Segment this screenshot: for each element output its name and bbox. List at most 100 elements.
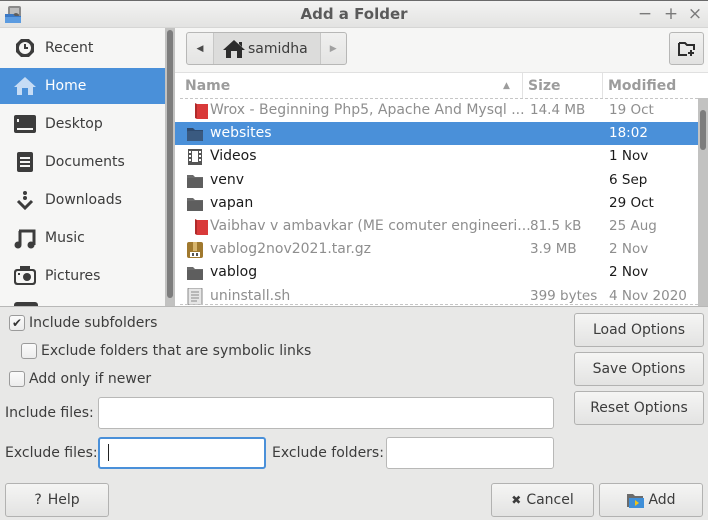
exclude-files-label: Exclude files:	[5, 445, 98, 461]
help-button[interactable]: ? Help	[5, 483, 109, 517]
cancel-button[interactable]: ✖ Cancel	[491, 483, 594, 517]
sidebar-scrollbar[interactable]	[165, 28, 175, 306]
script-icon	[186, 287, 204, 306]
pdf-icon	[191, 218, 209, 235]
column-modified-label: Modified	[608, 77, 677, 94]
documents-icon	[12, 151, 38, 173]
include-files-label: Include files:	[5, 405, 94, 421]
add-button[interactable]: Add	[599, 483, 703, 517]
add-only-newer-checkbox[interactable]: Add only if newer	[9, 371, 151, 387]
sidebar-item-label: Music	[45, 230, 85, 246]
path-forward-button[interactable]: ▶	[319, 33, 346, 64]
load-options-button[interactable]: Load Options	[574, 313, 704, 347]
file-name: vablog	[210, 264, 258, 281]
path-current-label: samidha	[248, 40, 308, 57]
path-home-button[interactable]: samidha	[213, 33, 320, 64]
checkbox-box[interactable]	[21, 343, 37, 359]
file-modified: 18:02	[609, 125, 648, 142]
exclude-symlinks-label: Exclude folders that are symbolic links	[41, 343, 312, 359]
file-row[interactable]: Vaibhav v ambavkar (ME comuter engineeri…	[175, 215, 698, 238]
sidebar-item-label: Downloads	[45, 192, 122, 208]
file-row[interactable]: venv 6 Sep	[175, 169, 698, 192]
maximize-button[interactable]: +	[662, 4, 680, 24]
sidebar-item-recent[interactable]: Recent	[0, 30, 165, 66]
file-name: vapan	[210, 194, 254, 211]
exclude-symlinks-checkbox[interactable]: Exclude folders that are symbolic links	[21, 343, 311, 359]
include-subfolders-label: Include subfolders	[29, 315, 158, 331]
file-list-scrollbar-thumb[interactable]	[700, 110, 706, 150]
file-size: 14.4 MB	[530, 102, 586, 118]
exclude-files-input[interactable]	[98, 437, 266, 469]
downloads-icon	[12, 189, 38, 211]
home-icon	[223, 39, 245, 58]
archive-icon	[186, 241, 204, 259]
folder-icon	[186, 172, 204, 189]
file-modified: 25 Aug	[609, 218, 657, 234]
file-row[interactable]: Wrox - Beginning Php5, Apache And Mysql …	[175, 99, 698, 122]
help-label: Help	[47, 492, 80, 508]
new-folder-icon	[677, 41, 695, 56]
pdf-icon	[191, 102, 209, 119]
home-icon	[12, 75, 38, 97]
exclude-folders-label: Exclude folders:	[272, 445, 384, 461]
file-list-scrollbar[interactable]	[698, 98, 708, 306]
file-name: Videos	[210, 148, 257, 165]
column-name-label: Name	[185, 77, 231, 94]
sidebar-item-home[interactable]: Home	[0, 68, 165, 104]
file-name: vablog2nov2021.tar.gz	[210, 241, 372, 258]
file-row[interactable]: uninstall.sh 399 bytes 4 Nov 2020	[175, 285, 698, 306]
checkbox-box[interactable]	[9, 371, 25, 387]
sidebar-item-documents[interactable]: Documents	[0, 144, 165, 180]
video-folder-icon	[186, 148, 204, 166]
reset-options-button[interactable]: Reset Options	[574, 391, 704, 425]
save-options-button[interactable]: Save Options	[574, 352, 704, 386]
file-modified: 19 Oct	[609, 102, 654, 118]
file-row[interactable]: vablog2nov2021.tar.gz 3.9 MB 2 Nov	[175, 238, 698, 261]
include-subfolders-checkbox[interactable]: ✔ Include subfolders	[9, 315, 157, 331]
sidebar-item-label: Recent	[45, 40, 94, 56]
exclude-folders-input[interactable]	[386, 437, 554, 469]
checkmark-icon: ✔	[11, 316, 23, 330]
file-row[interactable]: websites 18:02	[175, 122, 698, 146]
cancel-label: Cancel	[526, 492, 574, 508]
file-modified: 2 Nov	[609, 241, 649, 258]
include-files-input[interactable]	[98, 397, 554, 429]
file-name: venv	[210, 171, 245, 188]
file-row[interactable]: vablog 2 Nov	[175, 261, 698, 284]
folder-icon	[186, 264, 204, 281]
sidebar-item-downloads[interactable]: Downloads	[0, 182, 165, 218]
camera-icon	[12, 265, 38, 287]
sidebar-item-label: Pictures	[45, 268, 101, 284]
file-name: uninstall.sh	[210, 287, 291, 304]
file-modified: 29 Oct	[609, 194, 654, 211]
folder-icon	[186, 195, 204, 212]
sidebar-item-pictures[interactable]: Pictures	[0, 258, 165, 294]
sidebar-scrollbar-thumb[interactable]	[167, 30, 173, 298]
file-modified: 6 Sep	[609, 171, 648, 188]
file-size: 81.5 kB	[530, 218, 582, 234]
sidebar-item-label: Desktop	[45, 116, 103, 132]
minimize-button[interactable]: −	[636, 4, 654, 24]
add-folder-icon	[626, 492, 645, 509]
checkbox-box[interactable]: ✔	[9, 315, 25, 331]
column-header-name[interactable]: Name	[175, 73, 523, 98]
help-icon: ?	[34, 492, 42, 508]
file-name: Vaibhav v ambavkar (ME comuter engineeri…	[210, 218, 531, 234]
file-modified: 1 Nov	[609, 148, 649, 165]
file-name: Wrox - Beginning Php5, Apache And Mysql …	[210, 102, 525, 118]
file-row[interactable]: Videos 1 Nov	[175, 145, 698, 168]
new-folder-button[interactable]	[669, 32, 704, 65]
column-header-modified[interactable]: Modified	[603, 73, 708, 98]
path-bar: ◀ samidha ▶	[175, 28, 708, 72]
close-button[interactable]: ×	[686, 4, 704, 24]
file-row[interactable]: vapan 29 Oct	[175, 192, 698, 215]
music-icon	[12, 227, 38, 249]
path-back-button[interactable]: ◀	[187, 33, 213, 64]
sidebar-item-music[interactable]: Music	[0, 220, 165, 256]
file-size: 399 bytes	[530, 287, 598, 304]
title-bar: Add a Folder − + ×	[0, 0, 708, 28]
sidebar-item-label: Home	[45, 78, 87, 94]
pane-divider[interactable]	[0, 306, 708, 307]
sidebar-item-desktop[interactable]: Desktop	[0, 106, 165, 142]
column-header-size[interactable]: Size	[523, 73, 603, 98]
